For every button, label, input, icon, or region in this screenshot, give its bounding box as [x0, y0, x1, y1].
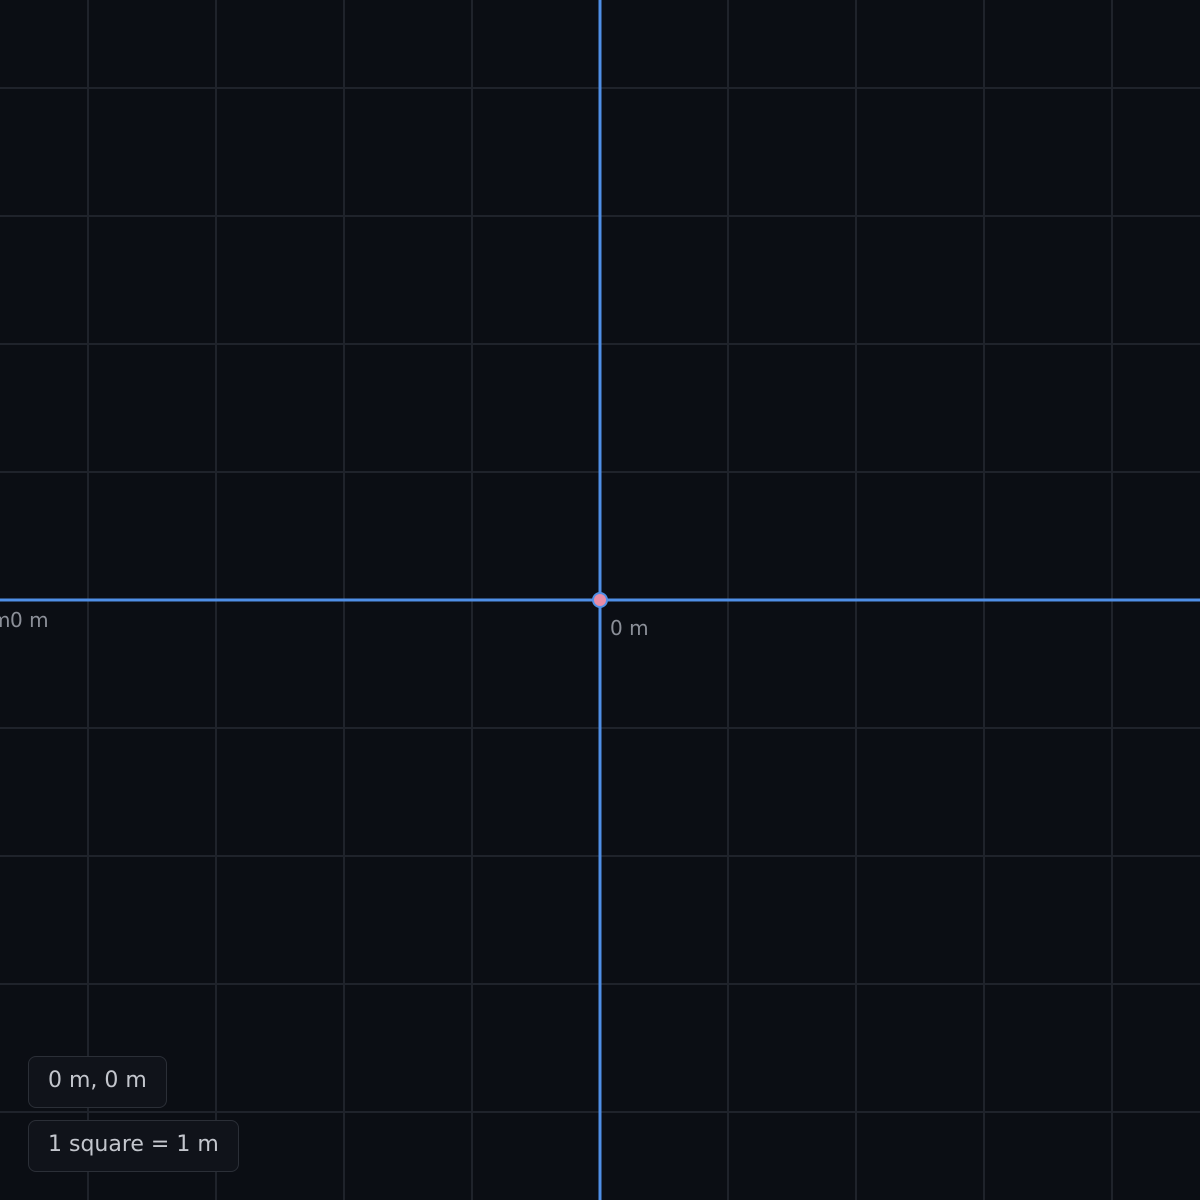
cursor-coordinates-display: 0 m, 0 m	[28, 1056, 167, 1108]
map-canvas[interactable]: m 0 m 0 m 0 m, 0 m 1 square = 1 m	[0, 0, 1200, 1200]
origin-marker[interactable]	[592, 592, 608, 608]
axis-label-left: 0 m	[10, 608, 49, 632]
grid-layer	[0, 0, 1200, 1200]
scale-indicator: 1 square = 1 m	[28, 1120, 239, 1172]
axis-label-edge: m	[0, 608, 11, 632]
axis-label-origin: 0 m	[610, 616, 649, 640]
